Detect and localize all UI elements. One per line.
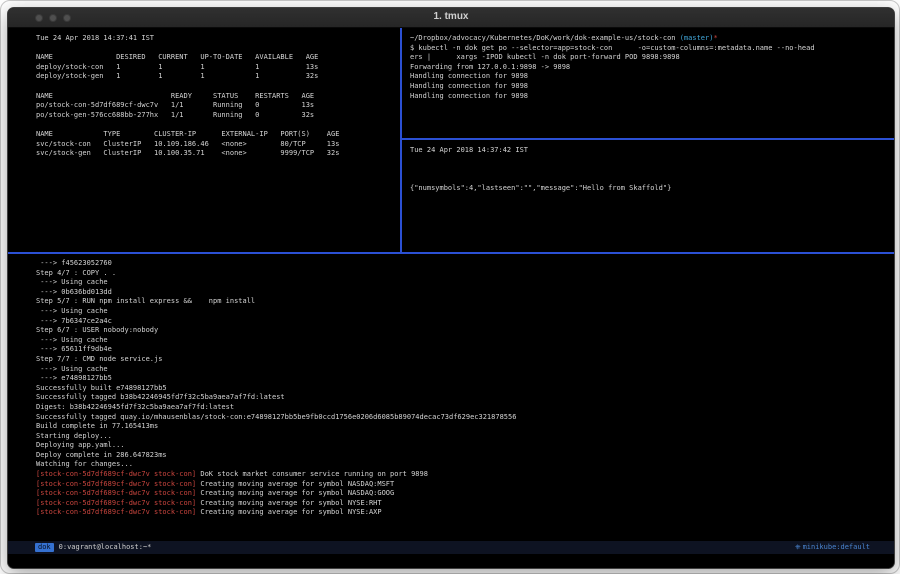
terminal-line: ---> 65611ff9db4e	[36, 345, 892, 355]
terminal-line: po/stock-gen-576cc688bb-277hx 1/1 Runnin…	[36, 111, 396, 121]
terminal-line: [stock-con-5d7df689cf-dwc7v stock-con] C…	[36, 499, 892, 509]
tmux-session-name[interactable]: dok	[35, 543, 54, 553]
terminal-line: NAME READY STATUS RESTARTS AGE	[36, 92, 396, 102]
terminal-line: [stock-con-5d7df689cf-dwc7v stock-con] C…	[36, 489, 892, 499]
terminal-line: Step 5/7 : RUN npm install express && np…	[36, 297, 892, 307]
terminal-line: Watching for changes...	[36, 460, 892, 470]
terminal-line: Deploying app.yaml...	[36, 441, 892, 451]
terminal-line: Successfully built e74898127bb5	[36, 384, 892, 394]
terminal-line: Step 7/7 : CMD node service.js	[36, 355, 892, 365]
kube-context-label: minikube:default	[803, 543, 870, 551]
tmux-status-bar: dok 0:vagrant@localhost:~* ⎈minikube:def…	[8, 541, 895, 554]
terminal-line: Step 6/7 : USER nobody:nobody	[36, 326, 892, 336]
terminal-line: ers | xargs -IPOD kubectl -n dok port-fo…	[410, 53, 892, 63]
tmux-terminal[interactable]: Tue 24 Apr 2018 14:37:41 IST NAME DESIRE…	[8, 28, 894, 568]
terminal-line: ---> 0b636bd013dd	[36, 288, 892, 298]
terminal-line: Build complete in 77.165413ms	[36, 422, 892, 432]
terminal-line: svc/stock-con ClusterIP 10.109.186.46 <n…	[36, 140, 396, 150]
terminal-line: [stock-con-5d7df689cf-dwc7v stock-con] C…	[36, 508, 892, 518]
terminal-line	[36, 120, 396, 130]
terminal-line: ---> e74898127bb5	[36, 374, 892, 384]
terminal-line: [stock-con-5d7df689cf-dwc7v stock-con] C…	[36, 480, 892, 490]
terminal-line: Step 4/7 : COPY . .	[36, 269, 892, 279]
terminal-line: deploy/stock-gen 1 1 1 1 32s	[36, 72, 396, 82]
terminal-line: po/stock-con-5d7df689cf-dwc7v 1/1 Runnin…	[36, 101, 396, 111]
kube-helm-icon: ⎈	[795, 543, 801, 551]
terminal-line: svc/stock-gen ClusterIP 10.100.35.71 <no…	[36, 149, 396, 159]
terminal-line: ---> Using cache	[36, 336, 892, 346]
terminal-line: Digest: b38b42246945fd7f32c5ba9aea7af7fd…	[36, 403, 892, 413]
terminal-line: ---> 7b6347ce2a4c	[36, 317, 892, 327]
terminal-line: Tue 24 Apr 2018 14:37:42 IST	[410, 146, 892, 156]
pane-curl-output[interactable]: Tue 24 Apr 2018 14:37:42 IST {"numsymbol…	[402, 140, 895, 252]
terminal-line: ---> Using cache	[36, 307, 892, 317]
tmux-status-right: ⎈minikube:default	[795, 543, 870, 553]
window-title: 1. tmux	[8, 11, 894, 22]
terminal-line	[410, 165, 892, 175]
desktop: 1. tmux Tue 24 Apr 2018 14:37:41 IST NAM…	[0, 0, 900, 574]
terminal-line: ---> Using cache	[36, 365, 892, 375]
terminal-line: Successfully tagged b38b42246945fd7f32c5…	[36, 393, 892, 403]
pane-port-forward[interactable]: ~/Dropbox/advocacy/Kubernetes/DoK/work/d…	[402, 28, 895, 138]
terminal-line: Tue 24 Apr 2018 14:37:41 IST	[36, 34, 396, 44]
terminal-line: [stock-con-5d7df689cf-dwc7v stock-con] D…	[36, 470, 892, 480]
terminal-line: Handling connection for 9898	[410, 82, 892, 92]
terminal-line: Handling connection for 9898	[410, 72, 892, 82]
terminal-line: Starting deploy...	[36, 432, 892, 442]
terminal-line: NAME TYPE CLUSTER-IP EXTERNAL-IP PORT(S)…	[36, 130, 396, 140]
terminal-line: ---> f45623052760	[36, 259, 892, 269]
terminal-line: ---> Using cache	[36, 278, 892, 288]
terminal-line	[410, 156, 892, 166]
tmux-window-item[interactable]: 0:vagrant@localhost:~*	[59, 543, 152, 553]
terminal-line: Successfully tagged quay.io/mhausenblas/…	[36, 413, 892, 423]
terminal-line: Deploy complete in 286.647823ms	[36, 451, 892, 461]
terminal-line	[36, 44, 396, 54]
terminal-line: Handling connection for 9898	[410, 92, 892, 102]
terminal-line: Forwarding from 127.0.0.1:9898 -> 9898	[410, 63, 892, 73]
terminal-line: deploy/stock-con 1 1 1 1 13s	[36, 63, 396, 73]
terminal-line: {"numsymbols":4,"lastseen":"","message":…	[410, 184, 892, 194]
terminal-line	[36, 82, 396, 92]
window-titlebar[interactable]: 1. tmux	[8, 8, 894, 28]
pane-kubectl-watch[interactable]: Tue 24 Apr 2018 14:37:41 IST NAME DESIRE…	[8, 28, 400, 252]
terminal-window: 1. tmux Tue 24 Apr 2018 14:37:41 IST NAM…	[7, 7, 895, 569]
terminal-line	[410, 175, 892, 185]
terminal-line: ~/Dropbox/advocacy/Kubernetes/DoK/work/d…	[410, 34, 892, 44]
terminal-line: $ kubectl -n dok get po --selector=app=s…	[410, 44, 892, 54]
pane-skaffold-log[interactable]: ---> f45623052760Step 4/7 : COPY . . ---…	[8, 254, 895, 541]
terminal-line: NAME DESIRED CURRENT UP-TO-DATE AVAILABL…	[36, 53, 396, 63]
